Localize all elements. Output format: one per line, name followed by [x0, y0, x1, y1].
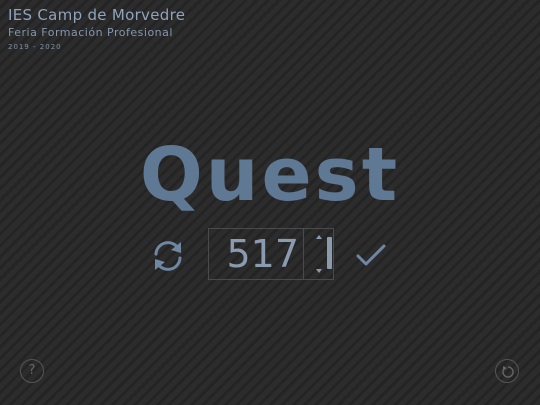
help-icon: ?: [28, 363, 36, 378]
number-stepper: [208, 228, 334, 280]
reset-icon: [502, 366, 514, 378]
check-icon: [356, 244, 386, 266]
number-input[interactable]: [209, 229, 303, 279]
stepper-bar: [327, 237, 332, 269]
refresh-button[interactable]: [148, 236, 188, 276]
increment-arrow-icon[interactable]: [316, 235, 322, 239]
submit-button[interactable]: [354, 238, 388, 272]
reset-button[interactable]: [495, 359, 519, 383]
school-years: 2019 - 2020: [8, 43, 62, 51]
school-name: IES Camp de Morvedre: [8, 6, 186, 24]
decrement-arrow-icon[interactable]: [316, 269, 322, 273]
help-button[interactable]: ?: [20, 359, 44, 383]
stepper-controls: [303, 229, 333, 279]
guess-controls: [0, 228, 540, 282]
header: IES Camp de Morvedre Feria Formación Pro…: [8, 6, 185, 53]
fair-name: Feria Formación Profesional: [8, 26, 173, 39]
game-title: Quest: [139, 132, 401, 218]
refresh-icon: [154, 241, 182, 271]
